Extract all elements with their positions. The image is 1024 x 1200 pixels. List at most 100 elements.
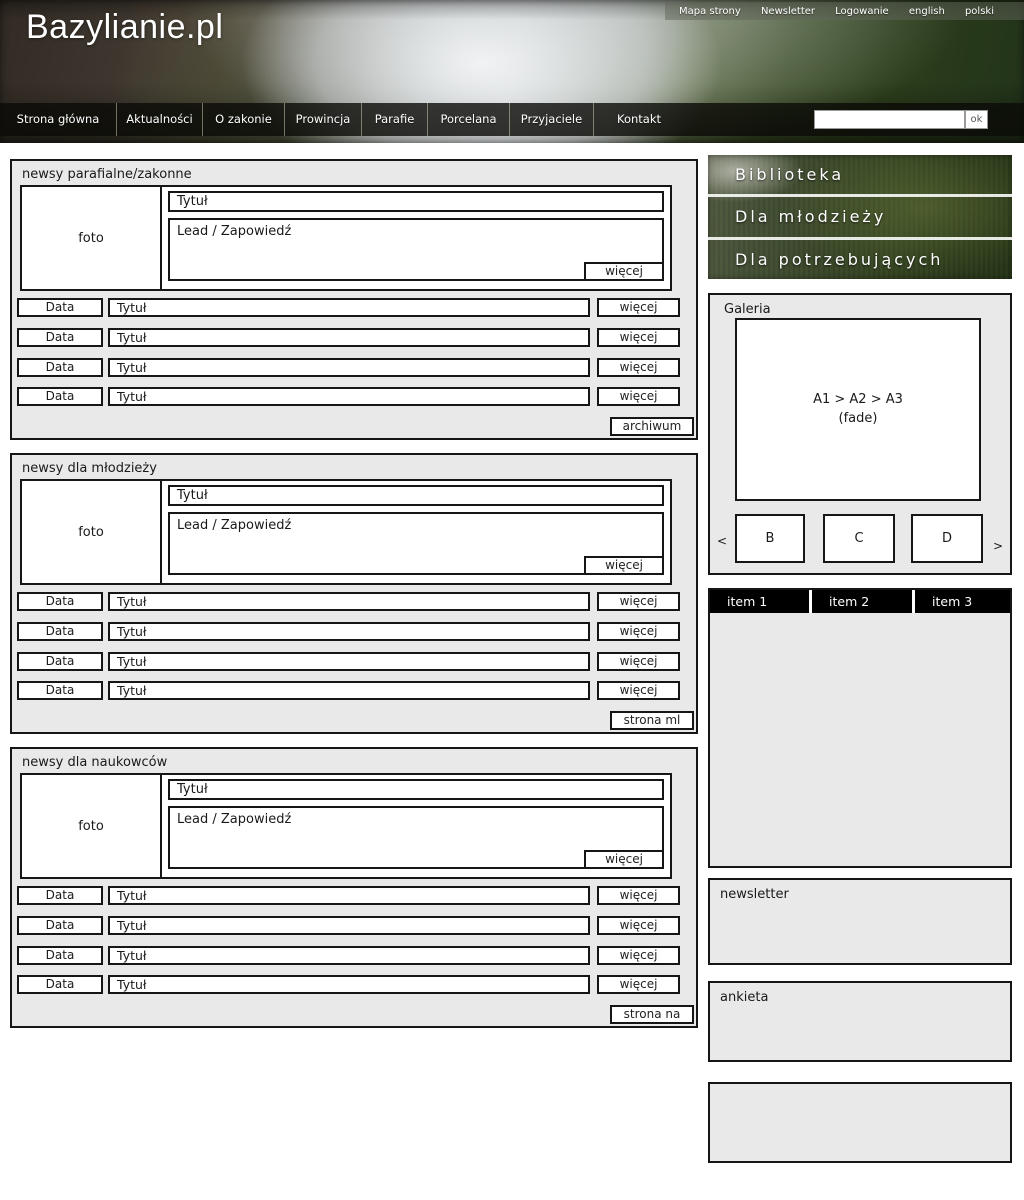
- news-date: Data: [17, 652, 103, 671]
- news-title-link[interactable]: Tytuł: [108, 681, 590, 700]
- banner-link-dla-mlodziezy[interactable]: Dla młodzieży: [708, 194, 1012, 236]
- more-button[interactable]: więcej: [597, 328, 680, 347]
- top-link-mapa-strony[interactable]: Mapa strony: [679, 6, 741, 17]
- more-button[interactable]: więcej: [597, 387, 680, 406]
- gallery-thumb-c[interactable]: C: [823, 514, 895, 563]
- news-row: Data Tytuł więcej: [17, 886, 680, 905]
- news-row: Data Tytuł więcej: [17, 622, 680, 641]
- featured-title: Tytuł: [168, 779, 664, 800]
- more-button[interactable]: więcej: [584, 850, 664, 869]
- news-title-link[interactable]: Tytuł: [108, 946, 590, 965]
- more-button[interactable]: więcej: [597, 592, 680, 611]
- news-title-link[interactable]: Tytuł: [108, 358, 590, 377]
- gallery-thumb-d[interactable]: D: [911, 514, 983, 563]
- news-date: Data: [17, 298, 103, 317]
- news-title-link[interactable]: Tytuł: [108, 592, 590, 611]
- featured-lead: Lead / Zapowiedź więcej: [168, 806, 664, 869]
- featured-lead: Lead / Zapowiedź więcej: [168, 218, 664, 281]
- featured-lead-text: Lead / Zapowiedź: [177, 518, 291, 533]
- top-link-polski[interactable]: polski: [965, 6, 994, 17]
- newsletter-title: newsletter: [720, 887, 789, 902]
- featured-news: foto Tytuł Lead / Zapowiedź więcej: [20, 185, 672, 291]
- gallery-thumb-b[interactable]: B: [735, 514, 805, 563]
- news-title-link[interactable]: Tytuł: [108, 387, 590, 406]
- more-button[interactable]: więcej: [597, 298, 680, 317]
- news-row: Data Tytuł więcej: [17, 946, 680, 965]
- featured-photo-placeholder: foto: [22, 187, 162, 289]
- tab-item-3[interactable]: item 3: [915, 590, 1010, 613]
- more-button[interactable]: więcej: [597, 358, 680, 377]
- archiwum-button[interactable]: archiwum: [610, 417, 694, 436]
- news-title-link[interactable]: Tytuł: [108, 886, 590, 905]
- top-link-english[interactable]: english: [909, 6, 945, 17]
- news-date: Data: [17, 592, 103, 611]
- gallery-slide-effect: (fade): [839, 410, 878, 429]
- more-button[interactable]: więcej: [584, 262, 664, 281]
- top-link-logowanie[interactable]: Logowanie: [835, 6, 889, 17]
- news-row: Data Tytuł więcej: [17, 387, 680, 406]
- site-title: Bazylianie.pl: [26, 8, 223, 47]
- news-date: Data: [17, 622, 103, 641]
- section-title: newsy dla młodzieży: [22, 461, 157, 476]
- more-button[interactable]: więcej: [597, 622, 680, 641]
- gallery-slideshow: A1 > A2 > A3 (fade): [735, 318, 981, 501]
- nav-item-prowincja[interactable]: Prowincja: [285, 103, 362, 136]
- nav-item-aktualnosci[interactable]: Aktualności: [117, 103, 203, 136]
- news-title-link[interactable]: Tytuł: [108, 916, 590, 935]
- nav-item-przyjaciele[interactable]: Przyjaciele: [510, 103, 594, 136]
- news-section-dla-mlodziezy: newsy dla młodzieży foto Tytuł Lead / Za…: [10, 453, 698, 734]
- tabs-box: item 1 item 2 item 3: [708, 588, 1012, 868]
- gallery-slide-sequence: A1 > A2 > A3: [813, 391, 903, 410]
- news-date: Data: [17, 975, 103, 994]
- more-button[interactable]: więcej: [597, 681, 680, 700]
- news-row: Data Tytuł więcej: [17, 681, 680, 700]
- tab-item-2[interactable]: item 2: [812, 590, 912, 613]
- more-button[interactable]: więcej: [597, 652, 680, 671]
- featured-title: Tytuł: [168, 191, 664, 212]
- nav-item-parafie[interactable]: Parafie: [362, 103, 428, 136]
- news-row: Data Tytuł więcej: [17, 298, 680, 317]
- section-title: newsy dla naukowców: [22, 755, 167, 770]
- news-title-link[interactable]: Tytuł: [108, 652, 590, 671]
- more-button[interactable]: więcej: [597, 975, 680, 994]
- news-section-parafialne-zakonne: newsy parafialne/zakonne foto Tytuł Lead…: [10, 159, 698, 440]
- ankieta-title: ankieta: [720, 990, 768, 1005]
- featured-news: foto Tytuł Lead / Zapowiedź więcej: [20, 479, 672, 585]
- news-row: Data Tytuł więcej: [17, 975, 680, 994]
- featured-title: Tytuł: [168, 485, 664, 506]
- featured-photo-placeholder: foto: [22, 775, 162, 877]
- nav-item-strona-glowna[interactable]: Strona główna: [0, 103, 117, 136]
- search-ok-button[interactable]: ok: [965, 110, 988, 129]
- top-link-newsletter[interactable]: Newsletter: [761, 6, 815, 17]
- news-row: Data Tytuł więcej: [17, 328, 680, 347]
- strona-na-button[interactable]: strona na: [610, 1005, 694, 1024]
- news-date: Data: [17, 387, 103, 406]
- nav-item-o-zakonie[interactable]: O zakonie: [203, 103, 285, 136]
- tab-content: [710, 613, 1010, 866]
- more-button[interactable]: więcej: [597, 916, 680, 935]
- news-title-link[interactable]: Tytuł: [108, 328, 590, 347]
- news-row: Data Tytuł więcej: [17, 916, 680, 935]
- news-date: Data: [17, 681, 103, 700]
- more-button[interactable]: więcej: [597, 886, 680, 905]
- search-input[interactable]: [814, 110, 965, 129]
- tab-item-1[interactable]: item 1: [710, 590, 809, 613]
- more-button[interactable]: więcej: [597, 946, 680, 965]
- gallery-prev-arrow[interactable]: <: [714, 531, 730, 551]
- gallery-next-arrow[interactable]: >: [990, 536, 1006, 556]
- news-row: Data Tytuł więcej: [17, 652, 680, 671]
- featured-lead: Lead / Zapowiedź więcej: [168, 512, 664, 575]
- featured-lead-text: Lead / Zapowiedź: [177, 812, 291, 827]
- news-date: Data: [17, 358, 103, 377]
- strona-ml-button[interactable]: strona ml: [610, 711, 694, 730]
- news-section-dla-naukowcow: newsy dla naukowców foto Tytuł Lead / Za…: [10, 747, 698, 1028]
- news-title-link[interactable]: Tytuł: [108, 622, 590, 641]
- news-title-link[interactable]: Tytuł: [108, 975, 590, 994]
- nav-item-kontakt[interactable]: Kontakt: [594, 103, 684, 136]
- nav-item-porcelana[interactable]: Porcelana: [428, 103, 510, 136]
- more-button[interactable]: więcej: [584, 556, 664, 575]
- banner-link-biblioteka[interactable]: Biblioteka: [708, 155, 1012, 194]
- news-title-link[interactable]: Tytuł: [108, 298, 590, 317]
- banner-link-dla-potrzebujacych[interactable]: Dla potrzebujących: [708, 237, 1012, 279]
- gallery-title: Galeria: [724, 302, 771, 317]
